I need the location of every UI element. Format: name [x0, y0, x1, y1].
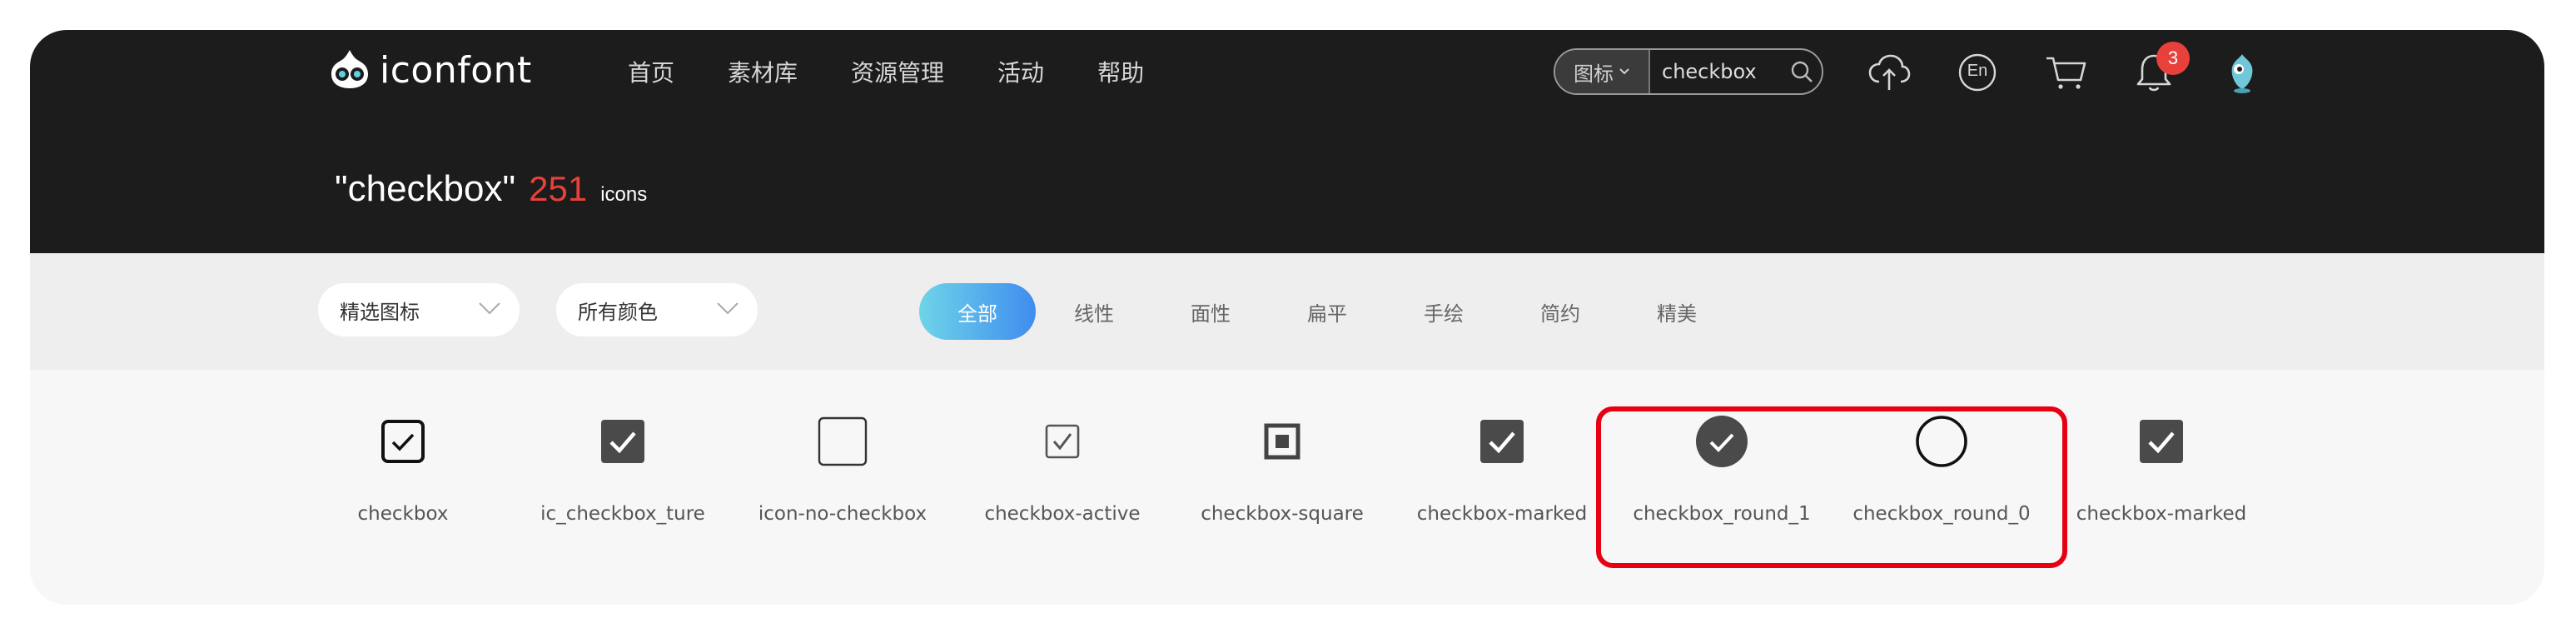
- logo-icon: [331, 50, 368, 88]
- checkbox-square-icon: [1256, 415, 1309, 468]
- result-title: "checkbox" 251 icons: [335, 168, 647, 210]
- chevron-down-icon: [717, 302, 738, 315]
- search-box: 图标: [1554, 48, 1823, 95]
- icon-card[interactable]: ic_checkbox_ture: [515, 370, 731, 605]
- search-button[interactable]: [1782, 50, 1822, 93]
- icon-card-label: checkbox-active: [984, 503, 1141, 525]
- nav-item-home[interactable]: 首页: [628, 55, 674, 88]
- icon-card[interactable]: checkbox-square: [1174, 370, 1390, 605]
- cart-icon: [2046, 57, 2086, 89]
- color-dropdown[interactable]: 所有颜色: [556, 283, 758, 336]
- nav-item-library[interactable]: 素材库: [728, 55, 798, 88]
- nav-item-help[interactable]: 帮助: [1097, 55, 1144, 88]
- top-header: iconfont 首页 素材库 资源管理 活动 帮助 图标 checkbox E…: [30, 30, 2544, 253]
- logo[interactable]: iconfont: [326, 47, 532, 93]
- checkbox-filled-check-icon: [596, 415, 649, 468]
- checkbox-outline-check-icon: [376, 415, 430, 468]
- search-type-label: 图标: [1574, 62, 1614, 86]
- avatar-icon: [2231, 54, 2253, 93]
- notification-badge: 3: [2156, 42, 2190, 75]
- style-tabs: 全部 线性 面性 扁平 手绘 简约 精美: [919, 283, 1735, 340]
- tab-simple[interactable]: 简约: [1502, 283, 1619, 340]
- icon-card-label: checkbox_round_0: [1852, 503, 2031, 525]
- nav-item-activity[interactable]: 活动: [997, 55, 1044, 88]
- icon-type-dropdown[interactable]: 精选图标: [318, 283, 520, 336]
- upload-button[interactable]: [1867, 50, 1912, 95]
- nav-item-resources[interactable]: 资源管理: [851, 55, 944, 88]
- chevron-down-icon: [1619, 68, 1629, 75]
- icon-type-dropdown-label: 精选图标: [340, 300, 420, 324]
- icon-card-label: checkbox-marked: [2076, 503, 2247, 525]
- tab-exquisite[interactable]: 精美: [1619, 283, 1735, 340]
- tab-all[interactable]: 全部: [919, 283, 1036, 340]
- icon-card-label: checkbox_round_1: [1633, 503, 1811, 525]
- checkbox-filled-check-icon: [1475, 415, 1529, 468]
- result-count: 251: [529, 169, 588, 208]
- icon-card[interactable]: checkbox_round_1: [1614, 370, 1830, 605]
- tab-linear[interactable]: 线性: [1036, 283, 1152, 340]
- result-query: "checkbox": [335, 168, 516, 209]
- icon-card[interactable]: checkbox: [295, 370, 511, 605]
- search-type-select[interactable]: 图标: [1555, 50, 1650, 93]
- icon-card-label: checkbox-marked: [1416, 503, 1588, 525]
- icon-card[interactable]: icon-no-checkbox: [734, 370, 951, 605]
- icon-card-label: checkbox-square: [1201, 503, 1364, 525]
- tab-filled[interactable]: 面性: [1152, 283, 1269, 340]
- filter-bar: 精选图标 所有颜色 全部 线性 面性 扁平 手绘 简约 精美: [30, 253, 2544, 370]
- round-empty-icon: [1915, 415, 1968, 468]
- round-filled-check-icon: [1695, 415, 1748, 468]
- language-label: En: [1967, 62, 1988, 80]
- search-icon: [1791, 61, 1813, 82]
- checkbox-small-check-icon: [1036, 415, 1089, 468]
- logo-text: iconfont: [380, 48, 532, 92]
- cart-button[interactable]: [2043, 50, 2088, 95]
- main-nav: 首页 素材库 资源管理 活动 帮助: [628, 55, 1197, 88]
- tab-flat[interactable]: 扁平: [1269, 283, 1385, 340]
- tab-handdrawn[interactable]: 手绘: [1385, 283, 1502, 340]
- cloud-upload-icon: [1868, 54, 1911, 90]
- page-frame: iconfont 首页 素材库 资源管理 活动 帮助 图标 checkbox E…: [30, 30, 2544, 605]
- icon-grid: checkbox ic_checkbox_ture icon-no-checkb…: [30, 370, 2544, 605]
- icon-card-label: icon-no-checkbox: [758, 503, 927, 525]
- result-unit: icons: [600, 183, 648, 206]
- icon-card[interactable]: checkbox_round_0: [1833, 370, 2050, 605]
- icon-card[interactable]: checkbox-marked: [2053, 370, 2270, 605]
- language-button[interactable]: En: [1955, 50, 2000, 95]
- icon-card[interactable]: checkbox-active: [954, 370, 1171, 605]
- icon-card[interactable]: checkbox-marked: [1394, 370, 1610, 605]
- checkbox-empty-icon: [816, 415, 869, 468]
- user-avatar[interactable]: [2220, 50, 2265, 95]
- search-input[interactable]: [1650, 59, 1782, 84]
- checkbox-filled-check-icon: [2135, 415, 2188, 468]
- color-dropdown-label: 所有颜色: [578, 300, 658, 324]
- icon-card-label: ic_checkbox_ture: [540, 503, 705, 525]
- icon-card-label: checkbox: [357, 503, 449, 525]
- chevron-down-icon: [479, 302, 500, 315]
